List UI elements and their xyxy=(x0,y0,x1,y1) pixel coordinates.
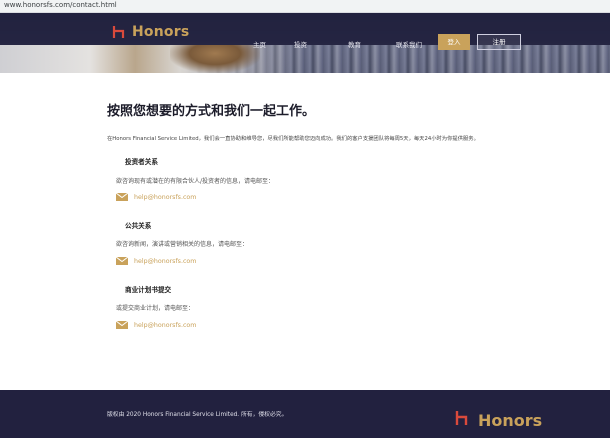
envelope-icon xyxy=(116,193,128,201)
nav-home[interactable]: 主页 xyxy=(253,39,266,49)
email-row-business-plan: help@honorsfs.com xyxy=(116,321,196,329)
envelope-icon xyxy=(116,321,128,329)
hero-photo-hair xyxy=(170,45,260,73)
email-link-investor[interactable]: help@honorsfs.com xyxy=(134,194,196,201)
honors-logo-mark-icon xyxy=(454,410,470,430)
nav-contact[interactable]: 联系我们 xyxy=(396,39,422,49)
section-title-business-plan: 商业计划书提交 xyxy=(125,286,172,294)
section-title-pr: 公共关系 xyxy=(125,222,152,230)
email-row-pr: help@honorsfs.com xyxy=(116,257,196,265)
honors-logo-mark-icon xyxy=(112,25,126,39)
section-title-investor: 投资者关系 xyxy=(125,158,158,166)
site-footer: 版权由 2020 Honors Financial Service Limite… xyxy=(0,390,610,438)
email-link-pr[interactable]: help@honorsfs.com xyxy=(134,258,196,265)
envelope-icon xyxy=(116,257,128,265)
nav-education[interactable]: 教育 xyxy=(348,39,361,49)
brand-name: Honors xyxy=(132,24,190,40)
url-text[interactable]: www.honorsfs.com/contact.html xyxy=(4,1,117,9)
nav-invest[interactable]: 投资 xyxy=(294,39,307,49)
browser-address-bar[interactable]: www.honorsfs.com/contact.html xyxy=(0,0,610,13)
footer-brand-logo[interactable]: Honors xyxy=(454,410,542,430)
copyright-text: 版权由 2020 Honors Financial Service Limite… xyxy=(107,412,288,418)
page-title: 按照您想要的方式和我们一起工作。 xyxy=(107,104,316,119)
section-desc-investor: 欲咨询现有或潜在的有限合伙人/投资者的信息，请电邮至： xyxy=(116,178,275,185)
section-desc-pr: 欲咨询新闻，演讲或营销相关的信息，请电邮至： xyxy=(116,241,249,248)
footer-brand-name: Honors xyxy=(478,410,543,430)
register-button[interactable]: 注册 xyxy=(477,34,521,50)
intro-text: 在Honors Financial Service Limited，我们会一直协… xyxy=(107,136,479,142)
email-link-business-plan[interactable]: help@honorsfs.com xyxy=(134,322,196,329)
email-row-investor: help@honorsfs.com xyxy=(116,193,196,201)
hero-banner: Honors 主页 投资 教育 联系我们 登入 注册 xyxy=(0,13,610,73)
login-button[interactable]: 登入 xyxy=(438,34,470,50)
section-desc-business-plan: 或提交商业计划，请电邮至： xyxy=(116,305,195,312)
brand-logo[interactable]: Honors xyxy=(112,23,189,41)
